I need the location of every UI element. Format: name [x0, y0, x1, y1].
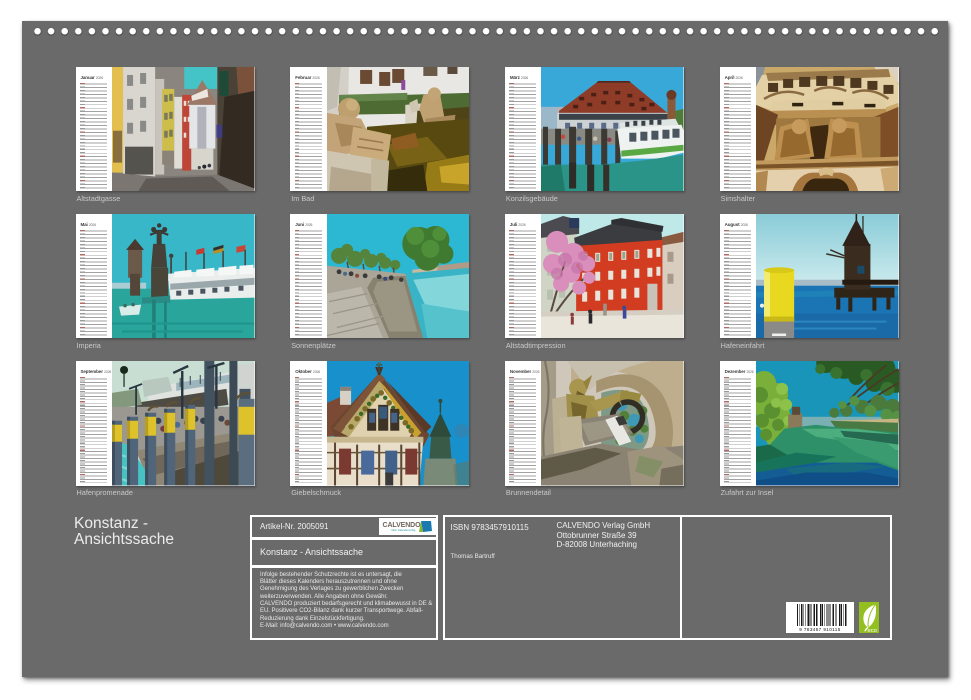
svg-text:eco: eco	[867, 628, 876, 633]
